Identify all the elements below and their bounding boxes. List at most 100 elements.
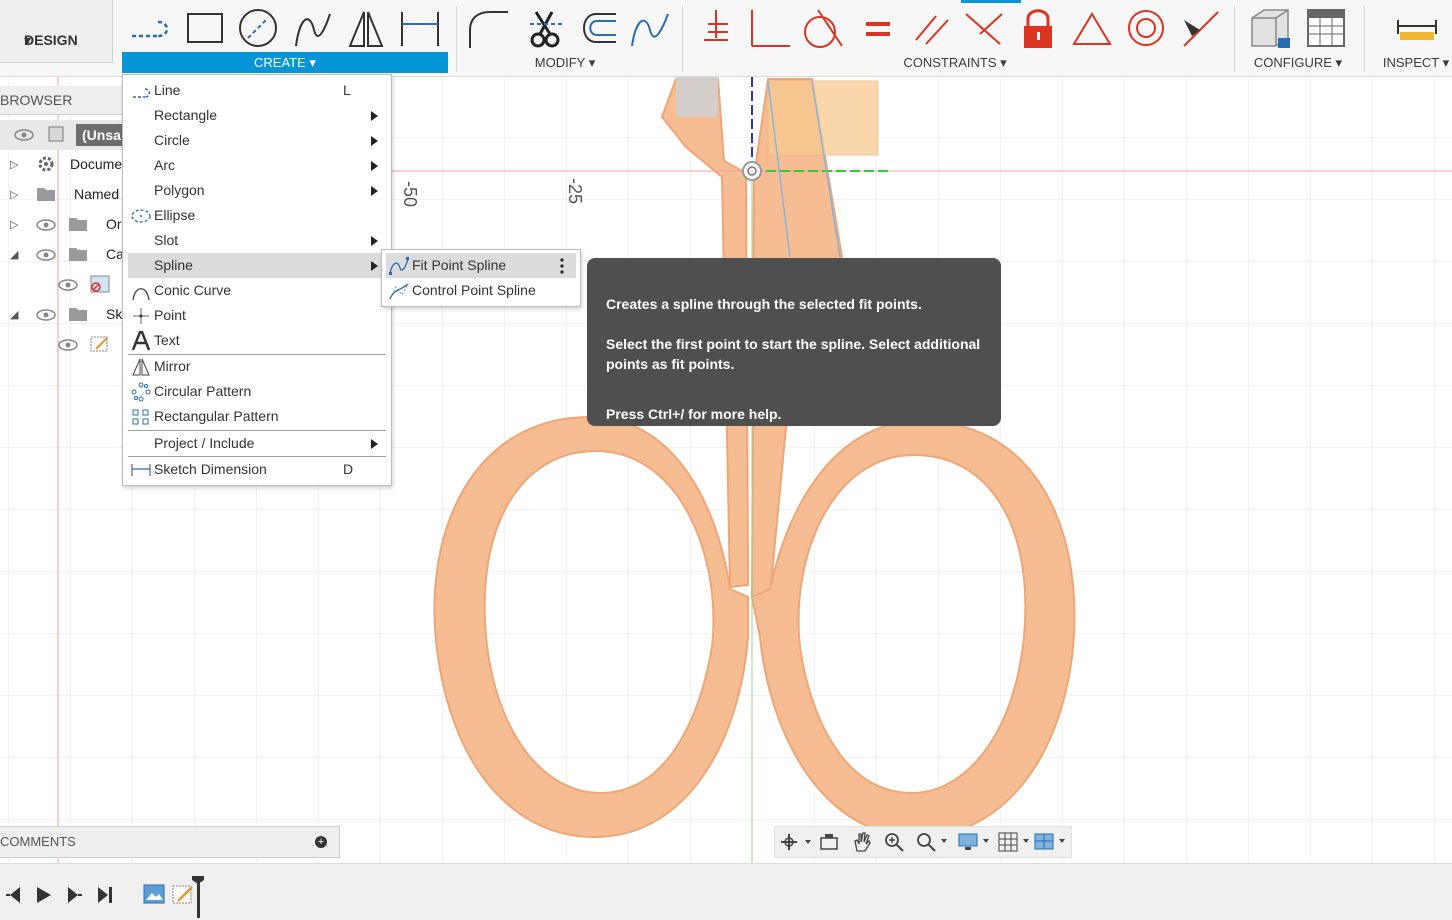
ellipse-icon (131, 209, 151, 223)
comments-panel[interactable]: COMMENTS + (0, 826, 340, 858)
browser-row-sketches[interactable]: ◢ Sk (0, 300, 124, 330)
timeline-canvas-icon[interactable] (143, 883, 165, 905)
coincident-constraint-icon[interactable] (962, 6, 1006, 50)
symmetry-constraint-icon[interactable] (1070, 6, 1114, 50)
menu-item-control-point-spline[interactable]: Control Point Spline (386, 278, 576, 303)
concentric-constraint-icon[interactable] (1124, 6, 1168, 50)
menu-item-ellipse[interactable]: Ellipse (128, 203, 386, 228)
expand-icon[interactable]: ▷ (10, 188, 18, 201)
browser-row-document-settings[interactable]: ▷ Docume (0, 150, 124, 180)
browser-header[interactable]: BROWSER (0, 86, 124, 115)
point-icon (133, 308, 149, 324)
browser-row-origin[interactable]: ▷ Or (0, 210, 124, 240)
eye-icon[interactable] (58, 278, 78, 292)
menu-item-polygon[interactable]: Polygon (128, 178, 386, 203)
menu-item-line[interactable]: Line L (128, 78, 386, 103)
browser-row-named-views[interactable]: ▷ Named (0, 180, 124, 210)
rectangle-tool-icon[interactable] (182, 6, 226, 50)
eye-icon[interactable] (36, 248, 56, 262)
zoom-icon[interactable] (883, 831, 905, 853)
menu-item-slot[interactable]: Slot (128, 228, 386, 253)
parallel-constraint-icon[interactable] (910, 6, 954, 50)
fix-constraint-icon[interactable] (694, 6, 738, 50)
browser-row-sketch[interactable] (0, 330, 124, 360)
circle-tool-icon[interactable] (236, 6, 280, 50)
create-menu-button[interactable]: CREATE ▾ (122, 52, 448, 73)
browser-root-row[interactable]: (Unsa (0, 120, 126, 150)
modify-menu-button[interactable]: MODIFY ▾ (520, 55, 610, 71)
expand-icon[interactable]: ▷ (10, 218, 18, 231)
extend-spline-tool-icon[interactable] (628, 6, 672, 50)
eye-icon[interactable] (36, 218, 56, 232)
spline-tool-icon[interactable] (290, 6, 334, 50)
go-to-end-icon[interactable] (96, 886, 116, 904)
configure-menu-button[interactable]: CONFIGURE ▾ (1244, 55, 1352, 71)
display-settings-icon[interactable] (957, 831, 993, 853)
document-name: (Unsa (76, 124, 126, 146)
menu-item-text[interactable]: Text (128, 328, 386, 353)
constraints-menu-button[interactable]: CONSTRAINTS ▾ (895, 55, 1015, 71)
create-dropdown-menu: Line L Rectangle Circle Arc Polygon Elli… (122, 74, 392, 486)
configuration-table-icon[interactable] (1304, 6, 1348, 50)
perpendicular-constraint-icon[interactable] (746, 6, 790, 50)
lock-icon[interactable] (1016, 6, 1060, 50)
navigation-bar (774, 826, 1072, 858)
menu-item-arc[interactable]: Arc (128, 153, 386, 178)
midpoint-constraint-icon[interactable] (1178, 6, 1222, 50)
sketch-dimension-tool-icon[interactable] (398, 6, 442, 50)
workspace-switcher[interactable]: DESIGN ▾ (0, 0, 113, 63)
line-tool-icon[interactable] (128, 6, 172, 50)
eye-icon[interactable] (58, 338, 78, 352)
menu-item-point[interactable]: Point (128, 303, 386, 328)
browser-row-canvases[interactable]: ◢ Ca (0, 240, 124, 270)
submenu-arrow-icon (371, 111, 378, 121)
browser-row-canvas-image[interactable] (0, 270, 124, 300)
tangent-constraint-icon[interactable] (800, 6, 844, 50)
parameters-icon[interactable] (1248, 6, 1292, 50)
menu-item-conic-curve[interactable]: Conic Curve (128, 278, 386, 303)
browser-row-label: Named (74, 186, 120, 202)
collapse-icon[interactable]: ◢ (10, 308, 18, 321)
constraints-label: CONSTRAINTS (903, 55, 997, 70)
equal-constraint-icon[interactable] (856, 6, 900, 50)
collapse-icon[interactable]: ◢ (10, 248, 18, 261)
pan-hand-icon[interactable] (851, 831, 873, 853)
toolbar-active-indicator (961, 0, 1021, 3)
grid-settings-icon[interactable] (997, 831, 1033, 853)
eye-icon[interactable] (14, 128, 34, 142)
gear-icon (38, 156, 54, 172)
go-to-start-icon[interactable] (4, 886, 24, 904)
inspect-dropdown-icon: ▾ (1442, 55, 1450, 70)
expand-icon[interactable]: ▷ (10, 158, 18, 171)
menu-item-circle[interactable]: Circle (128, 128, 386, 153)
menu-item-mirror[interactable]: Mirror (128, 354, 386, 379)
folder-icon (69, 218, 87, 231)
menu-item-fit-point-spline[interactable]: Fit Point Spline (386, 253, 576, 278)
workspace-dropdown-icon: ▾ (24, 32, 32, 48)
inspect-menu-button[interactable]: INSPECT ▾ (1378, 55, 1452, 71)
look-at-icon[interactable] (819, 832, 839, 852)
zoom-window-icon[interactable] (915, 831, 951, 853)
more-options-icon[interactable] (560, 257, 564, 275)
timeline-marker-icon[interactable] (190, 874, 206, 918)
trim-tool-icon[interactable] (522, 6, 566, 50)
measure-icon[interactable] (1396, 6, 1440, 50)
fillet-tool-icon[interactable] (464, 6, 508, 50)
play-icon[interactable] (34, 886, 54, 904)
menu-item-rectangle[interactable]: Rectangle (128, 103, 386, 128)
menu-item-sketch-dimension[interactable]: Sketch Dimension D (128, 457, 386, 482)
folder-icon (69, 308, 87, 321)
menu-item-circular-pattern[interactable]: Circular Pattern (128, 379, 386, 404)
add-comment-icon[interactable]: + (315, 836, 327, 848)
menu-item-spline[interactable]: Spline (128, 253, 386, 278)
eye-icon[interactable] (36, 308, 56, 322)
viewports-icon[interactable] (1033, 831, 1069, 853)
offset-tool-icon[interactable] (574, 6, 618, 50)
menu-item-project-include[interactable]: Project / Include (128, 431, 386, 456)
step-forward-icon[interactable] (64, 886, 84, 904)
mirror-tool-icon[interactable] (344, 6, 388, 50)
menu-item-rectangular-pattern[interactable]: Rectangular Pattern (128, 404, 386, 429)
orbit-icon[interactable] (779, 832, 815, 852)
submenu-arrow-icon (371, 261, 378, 271)
menu-item-label: Slot (154, 232, 179, 248)
